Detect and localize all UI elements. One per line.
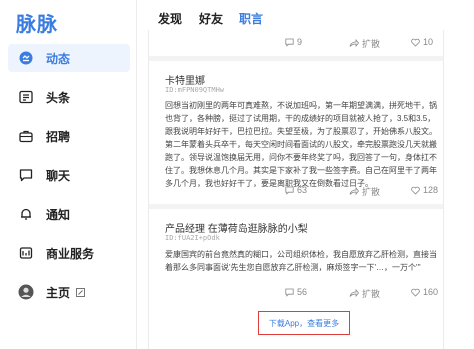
heart-icon (411, 38, 420, 47)
avatar (18, 284, 34, 300)
sidebar-item-feed[interactable]: 动态 (8, 44, 130, 72)
sidebar: 脉脉 动态 头条 招聘 聊天 通知 商业服务 主页 (0, 0, 137, 349)
comment-button[interactable]: 9 (285, 37, 302, 47)
sidebar-item-label: 通知 (46, 207, 71, 222)
post-action-bar: 56 扩散 160 (149, 284, 443, 304)
post-author-id: ID:mFPN09QTMHw (165, 86, 225, 94)
comment-count: 63 (297, 185, 308, 195)
comment-icon (285, 186, 294, 195)
feed-list: 9 扩散 10 卡特里娜 ID:mFPN09QTMHw 回想当初刚里的两年可真难… (148, 30, 444, 349)
like-button[interactable]: 10 (411, 37, 433, 47)
post-divider (149, 204, 443, 209)
like-count: 128 (423, 185, 439, 195)
sidebar-item-label: 聊天 (46, 168, 71, 183)
heart-icon (411, 186, 420, 195)
comment-icon (285, 288, 294, 297)
feed-icon (18, 50, 34, 66)
sidebar-item-notifications[interactable]: 通知 (8, 200, 130, 228)
post-content[interactable]: 爱康国宾的前台竟然真的糊口，公司组织体检，我自愿放弃乙肝检测，直接当着那么多同事… (165, 248, 437, 274)
like-button[interactable]: 160 (411, 287, 438, 297)
sidebar-item-business[interactable]: 商业服务 (8, 239, 130, 267)
download-app-button[interactable]: 下载App，查看更多 (258, 311, 350, 335)
tab-friends[interactable]: 好友 (199, 10, 223, 27)
tab-discover[interactable]: 发现 (158, 10, 182, 27)
bell-icon (18, 206, 34, 222)
forward-button[interactable]: 扩散 (349, 37, 380, 50)
comment-button[interactable]: 63 (285, 185, 307, 195)
forward-icon (349, 187, 359, 196)
forward-icon (349, 289, 359, 298)
post-action-bar: 63 扩散 128 (149, 182, 443, 202)
forward-label: 扩散 (362, 39, 381, 49)
comment-count: 9 (297, 37, 303, 47)
forward-label: 扩散 (362, 289, 381, 299)
like-button[interactable]: 128 (411, 185, 438, 195)
forward-button[interactable]: 扩散 (349, 287, 380, 300)
like-count: 10 (423, 37, 434, 47)
edit-icon[interactable] (76, 287, 86, 297)
tab-workplace[interactable]: 职言 (239, 10, 263, 27)
forward-label: 扩散 (362, 187, 381, 197)
post-author[interactable]: 产品经理 在薄荷岛逛脉脉的小梨 (165, 220, 308, 235)
post-author-id: ID:fUA2I+pOdk (165, 234, 220, 242)
post-action-bar: 9 扩散 10 (149, 34, 443, 54)
sidebar-item-label: 主页 (46, 285, 71, 300)
comment-count: 56 (297, 287, 308, 297)
post-author[interactable]: 卡特里娜 (165, 72, 205, 87)
like-count: 160 (423, 287, 439, 297)
heart-icon (411, 288, 420, 297)
chat-icon (18, 167, 34, 183)
sidebar-item-headline[interactable]: 头条 (8, 83, 130, 111)
sidebar-item-chat[interactable]: 聊天 (8, 161, 130, 189)
headline-icon (18, 89, 34, 105)
comment-button[interactable]: 56 (285, 287, 307, 297)
sidebar-item-label: 商业服务 (46, 246, 95, 261)
forward-icon (349, 39, 359, 48)
forward-button[interactable]: 扩散 (349, 185, 380, 198)
sidebar-item-label: 头条 (46, 90, 71, 105)
business-icon (18, 245, 34, 261)
app-logo[interactable]: 脉脉 (16, 8, 58, 37)
post-divider (149, 56, 443, 61)
sidebar-item-label: 动态 (46, 51, 71, 66)
sidebar-item-label: 招聘 (46, 129, 71, 144)
comment-icon (285, 38, 294, 47)
post-content[interactable]: 回想当初刚里的两年可真难熬，不说加班吗，第一年期望满满，拼死地干，锅也背了，各种… (165, 99, 437, 190)
sidebar-item-jobs[interactable]: 招聘 (8, 122, 130, 150)
sidebar-item-profile[interactable]: 主页 (8, 278, 130, 306)
briefcase-icon (18, 128, 34, 144)
